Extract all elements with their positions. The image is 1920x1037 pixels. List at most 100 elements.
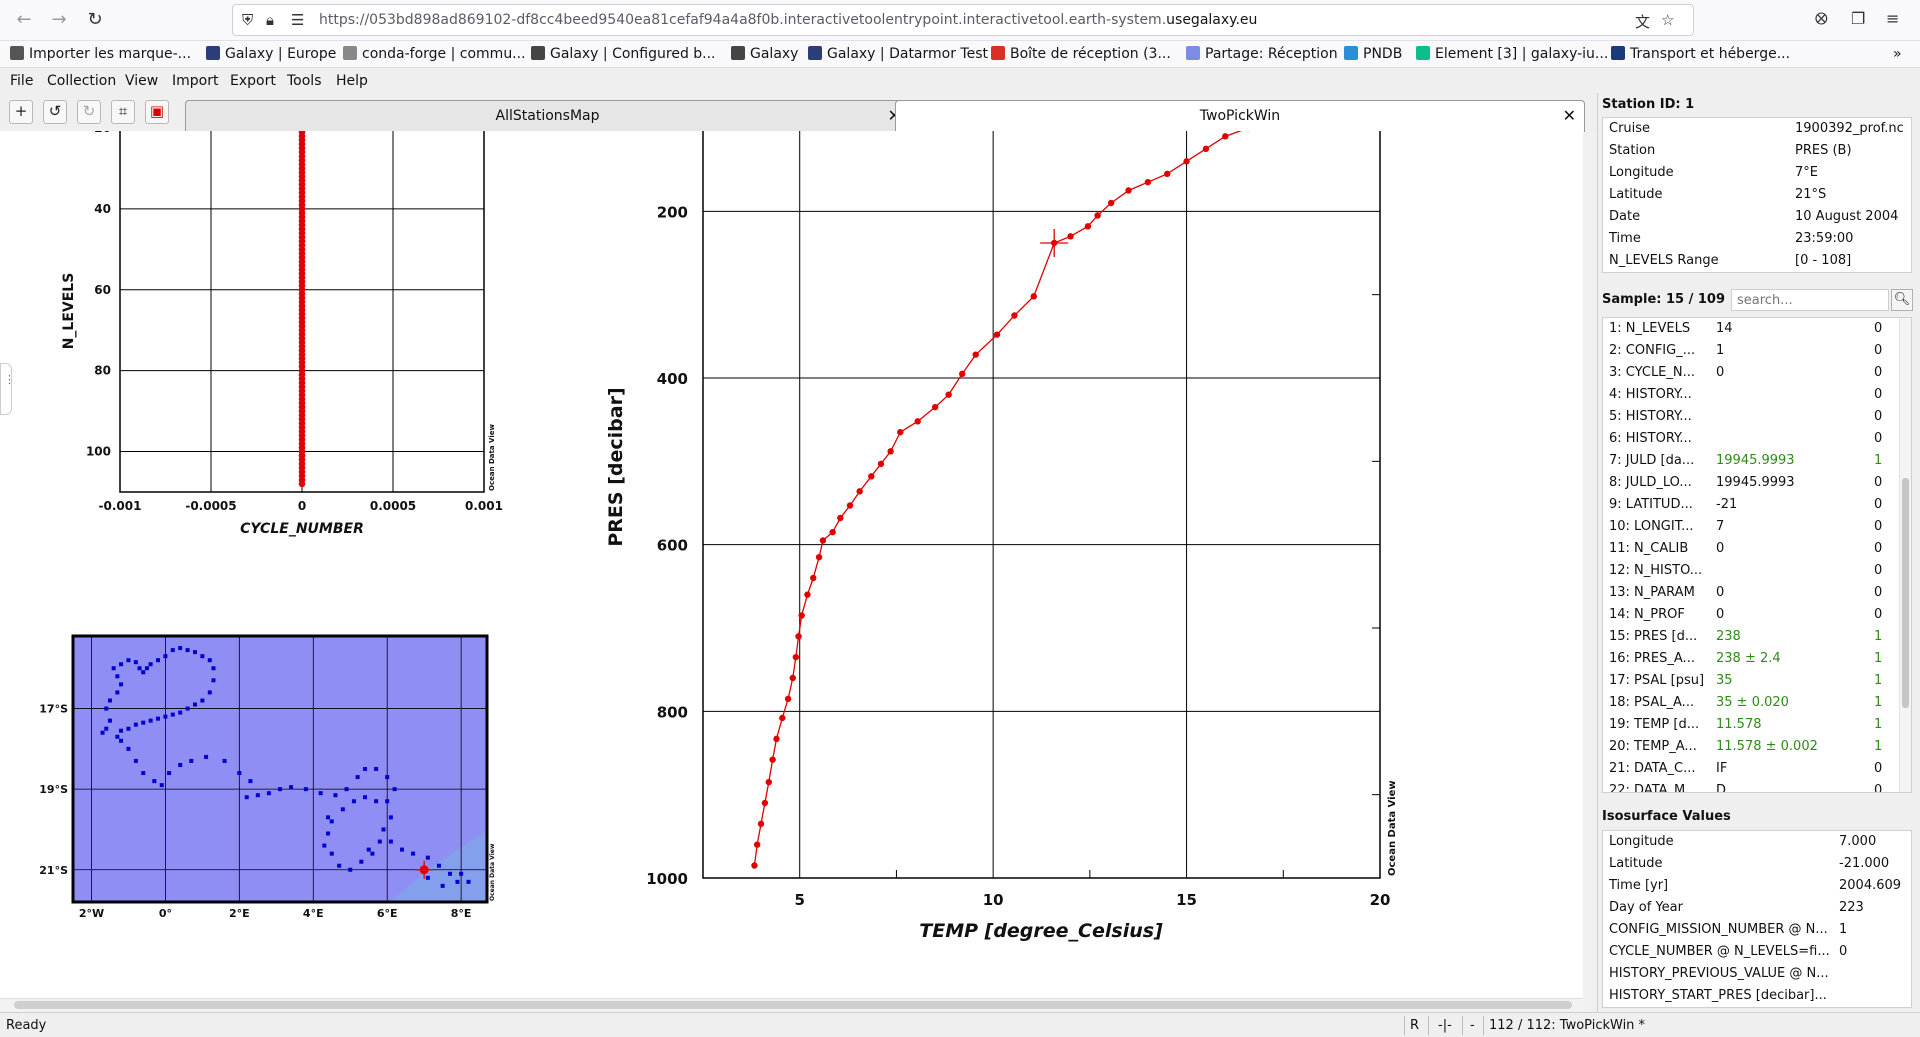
menu-file[interactable]: File [10,73,33,89]
map-station-point [329,851,334,856]
isosurface-row[interactable]: Latitude -21.000 [1603,853,1911,875]
menu-import[interactable]: Import [172,73,218,89]
map-station-point [359,859,364,864]
quality-flag: 0 [1874,563,1883,578]
scroll-thumb[interactable] [14,1001,1572,1009]
bookmark-item[interactable]: conda-forge | commu... [343,46,526,62]
sample-row[interactable]: 21: DATA_C... IF 0 [1603,758,1911,780]
lock-icon[interactable]: 🔒︎ [266,11,274,29]
reload-icon[interactable]: ↻ [83,8,107,32]
sample-row[interactable]: 3: CYCLE_N... 0 0 [1603,362,1911,384]
permissions-icon[interactable]: ☰ [291,11,304,29]
plot-canvas[interactable]: -0.001 -0.0005 0 0.0005 0.001 20 40 60 80 100 CYCL… [0,131,1583,998]
sample-row[interactable]: 13: N_PARAM 0 0 [1603,582,1911,604]
sample-search-input[interactable] [1731,289,1889,311]
sample-row[interactable]: 8: JULD_LO... 19945.9993 0 [1603,472,1911,494]
undo-icon[interactable]: ↺ [43,100,67,124]
menu-help[interactable]: Help [336,73,368,89]
bookmark-star-icon[interactable]: ☆ [1661,11,1674,29]
sample-row[interactable]: 19: TEMP [d... 11.578 1 [1603,714,1911,736]
isosurface-values-list[interactable]: Longitude 7.000 Latitude -21.000 Time [yr] 20… [1602,830,1912,1008]
bookmark-item[interactable]: Galaxy | Europe [206,46,336,62]
sample-row[interactable]: 1: N_LEVELS 14 0 [1603,318,1911,340]
bookmark-item[interactable]: Galaxy | Datarmor Test [808,46,988,62]
plot2-ytick-label: 400 [657,370,688,388]
map-station-point [363,767,368,771]
variable-value: 0 [1716,585,1725,600]
panel-toggle-handle[interactable]: ⋮ [0,363,15,415]
add-window-icon[interactable]: + [9,100,33,124]
sample-row[interactable]: 5: HISTORY... 0 [1603,406,1911,428]
map-station-point [192,702,197,707]
map-station-point [137,666,142,671]
sample-row[interactable]: 6: HISTORY... 0 [1603,428,1911,450]
sample-row[interactable]: 9: LATITUD... -21 0 [1603,494,1911,516]
bookmark-item[interactable]: Galaxy | Configured b... [531,46,716,62]
station-row: Longitude 7°E [1603,162,1911,184]
search-icon[interactable]: 🔍︎ [1891,289,1913,311]
isosurface-row[interactable]: CONFIG_MISSION_NUMBER @ N... 1 [1603,919,1911,941]
tab-allstationsmap[interactable]: AllStationsMap ✕ [185,100,910,132]
tab-twopickwin[interactable]: TwoPickWin ✕ [895,100,1585,132]
station-row: N_LEVELS Range [0 - 108] [1603,250,1911,272]
bookmark-item[interactable]: PNDB [1344,46,1402,62]
forward-icon[interactable]: → [47,8,71,32]
menu-view[interactable]: View [125,73,158,89]
isosurface-row[interactable]: CYCLE_NUMBER @ N_LEVELS=fi... 0 [1603,941,1911,963]
shield-icon[interactable]: ⛨ [242,11,253,29]
isosurface-key: Time [yr] [1609,878,1669,893]
variable-name: 9: LATITUD... [1609,497,1693,512]
sample-row[interactable]: 2: CONFIG_... 1 0 [1603,340,1911,362]
bookmark-item[interactable]: Partage: Réception [1186,46,1338,62]
bookmark-item[interactable]: Importer les marque-... [10,46,191,62]
sample-row[interactable]: 20: TEMP_A... 11.578 ± 0.002 1 [1603,736,1911,758]
plots-svg[interactable]: -0.001 -0.0005 0 0.0005 0.001 20 40 60 80 100 CYCL… [0,131,1583,998]
vertical-scrollbar[interactable] [1899,318,1911,792]
isosurface-row[interactable]: Day of Year 223 [1603,897,1911,919]
bookmark-item[interactable]: Galaxy [731,46,798,62]
sample-row[interactable]: 4: HISTORY... 0 [1603,384,1911,406]
sample-row[interactable]: 7: JULD [da... 19945.9993 1 [1603,450,1911,472]
menu-collection[interactable]: Collection [47,73,116,89]
bookmark-item[interactable]: Transport et héberge... [1611,46,1790,62]
menu-tools[interactable]: Tools [287,73,322,89]
sample-values-list[interactable]: 1: N_LEVELS 14 0 2: CONFIG_... 1 0 3: CYCLE_N.… [1602,317,1912,793]
plot2-data-point [829,528,836,536]
address-bar[interactable]: ⛨ 🔒︎ ☰ https://053bd898ad869102-df8cc4be… [232,4,1694,36]
bookmark-item[interactable]: Element [3] | galaxy-iu... [1416,46,1608,62]
scroll-thumb[interactable] [1902,478,1909,708]
grid-icon[interactable]: ⌗ [111,100,135,124]
isosurface-row[interactable]: Time [yr] 2004.609 [1603,875,1911,897]
isosurface-row[interactable]: Longitude 7.000 [1603,831,1911,853]
drag-handle-icon: ⋮ [4,373,15,386]
menu-icon[interactable]: ≡ [1886,9,1899,28]
sample-row[interactable]: 16: PRES_A... 238 ± 2.4 1 [1603,648,1911,670]
translate-icon[interactable]: 文 [1635,11,1650,32]
sample-row[interactable]: 12: N_HISTO... 0 [1603,560,1911,582]
pocket-icon[interactable]: ⭙ [1815,9,1828,29]
sample-row[interactable]: 22: DATA_M... D 0 [1603,780,1911,792]
extensions-icon[interactable]: ❐ [1851,9,1865,28]
isosurface-row[interactable]: HISTORY_PREVIOUS_VALUE @ N... [1603,963,1911,985]
bookmark-item[interactable]: Boîte de réception (3... [991,46,1171,62]
sample-row[interactable]: 15: PRES [d... 238 1 [1603,626,1911,648]
sample-row[interactable]: 10: LONGIT... 7 0 [1603,516,1911,538]
save-icon[interactable]: ▣ [145,100,169,124]
url-text[interactable]: https://053bd898ad869102-df8cc4beed9540e… [319,12,1257,28]
map-station-point [351,799,356,804]
menu-export[interactable]: Export [230,73,276,89]
variable-name: 6: HISTORY... [1609,431,1692,446]
back-icon[interactable]: ← [12,8,36,32]
bookmarks-overflow-icon[interactable]: » [1893,46,1902,62]
sample-row[interactable]: 17: PSAL [psu] 35 1 [1603,670,1911,692]
sample-row[interactable]: 11: N_CALIB 0 0 [1603,538,1911,560]
isosurface-row[interactable]: HISTORY_START_PRES [decibar]... [1603,985,1911,1007]
map-station-point [266,791,271,796]
redo-icon[interactable]: ↻ [77,100,101,124]
sample-row[interactable]: 14: N_PROF 0 0 [1603,604,1911,626]
map-station-point [115,734,120,739]
sample-row[interactable]: 18: PSAL_A... 35 ± 0.020 1 [1603,692,1911,714]
map-station-point [374,799,379,804]
close-icon[interactable]: ✕ [1563,106,1576,125]
horizontal-scrollbar[interactable] [0,998,1583,1011]
